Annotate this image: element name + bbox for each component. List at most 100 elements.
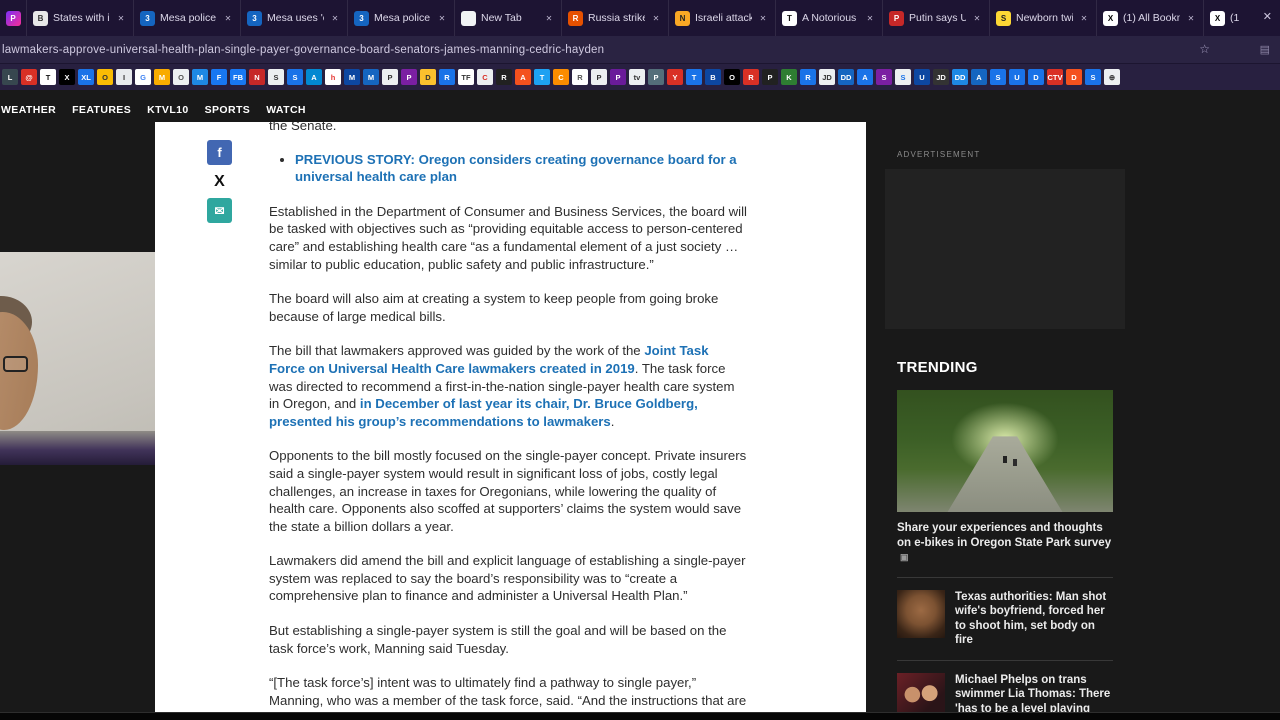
bookmark-favicon[interactable]: S [1085, 69, 1101, 85]
bookmark-favicon[interactable]: JD [819, 69, 835, 85]
address-bar[interactable]: lawmakers-approve-universal-health-plan-… [0, 44, 1280, 56]
site-nav-item-sports[interactable]: SPORTS [205, 104, 251, 116]
bookmark-favicon[interactable]: DD [952, 69, 968, 85]
bookmark-favicon[interactable]: P [610, 69, 626, 85]
browser-tab[interactable]: P Putin says Ukraine ✕ [882, 0, 989, 36]
bookmark-favicon[interactable]: R [496, 69, 512, 85]
bookmark-favicon[interactable]: D [1028, 69, 1044, 85]
bookmark-favicon[interactable]: JD [933, 69, 949, 85]
bookmark-favicon[interactable]: R [743, 69, 759, 85]
bookmark-favicon[interactable]: F [211, 69, 227, 85]
bookmark-favicon[interactable]: T [40, 69, 56, 85]
bookmark-favicon[interactable]: T [534, 69, 550, 85]
tab-close-icon[interactable]: ✕ [650, 14, 662, 23]
browser-tab[interactable]: 3 Mesa police officer ✕ [133, 0, 240, 36]
bookmark-favicon[interactable]: I [116, 69, 132, 85]
browser-tab[interactable]: X (1) All Bookmarks ✕ [1096, 0, 1203, 36]
previous-story-link[interactable]: PREVIOUS STORY: Oregon considers creatin… [295, 152, 737, 185]
bookmark-favicon[interactable]: D [1066, 69, 1082, 85]
tab-close-icon[interactable]: ✕ [757, 14, 769, 23]
tab-close-icon[interactable]: ✕ [1185, 14, 1197, 23]
tab-close-icon[interactable]: ✕ [436, 14, 448, 23]
bookmark-favicon[interactable]: C [477, 69, 493, 85]
site-nav-item-features[interactable]: FEATURES [72, 104, 131, 116]
bookmark-favicon[interactable]: @ [21, 69, 37, 85]
bookmark-favicon[interactable]: L [2, 69, 18, 85]
bookmark-favicon[interactable]: Y [667, 69, 683, 85]
bookmark-favicon[interactable]: U [1009, 69, 1025, 85]
bookmark-favicon[interactable]: O [173, 69, 189, 85]
bookmark-favicon[interactable]: DD [838, 69, 854, 85]
bookmark-favicon[interactable]: K [781, 69, 797, 85]
window-close-icon[interactable]: ✕ [1263, 10, 1272, 23]
bookmark-favicon[interactable]: ⊕ [1104, 69, 1120, 85]
bookmark-favicon[interactable]: S [268, 69, 284, 85]
bookmark-star-icon[interactable]: ☆ [1199, 42, 1210, 56]
bookmark-favicon[interactable]: M [154, 69, 170, 85]
bookmark-favicon[interactable]: U [914, 69, 930, 85]
bookmark-favicon[interactable]: S [287, 69, 303, 85]
bookmark-favicon[interactable]: tv [629, 69, 645, 85]
bookmark-favicon[interactable]: h [325, 69, 341, 85]
bookmark-favicon[interactable]: S [895, 69, 911, 85]
article-inline-link[interactable]: in December of last year its chair, Dr. … [269, 396, 698, 429]
article-inline-link[interactable]: Joint Task Force on Universal Health Car… [269, 343, 709, 376]
bookmark-favicon[interactable]: A [306, 69, 322, 85]
tab-close-icon[interactable]: ✕ [971, 14, 983, 23]
side-panel-icon[interactable]: ▤ [1260, 43, 1270, 56]
trending-item[interactable]: Michael Phelps on trans swimmer Lia Thom… [897, 672, 1113, 712]
pinned-tab[interactable]: P [0, 0, 26, 36]
bookmark-favicon[interactable]: S [876, 69, 892, 85]
browser-tab[interactable]: R Russia strikes back ✕ [561, 0, 668, 36]
tab-close-icon[interactable]: ✕ [864, 14, 876, 23]
browser-tab[interactable]: New Tab ✕ [454, 0, 561, 36]
bookmark-favicon[interactable]: CTV [1047, 69, 1063, 85]
bookmark-favicon[interactable]: P [382, 69, 398, 85]
bookmark-favicon[interactable]: XL [78, 69, 94, 85]
trending-item[interactable]: Texas authorities: Man shot wife's boyfr… [897, 589, 1113, 648]
bookmark-favicon[interactable]: P [762, 69, 778, 85]
bookmark-favicon[interactable]: R [572, 69, 588, 85]
trending-item[interactable]: Share your experiences and thoughts on e… [897, 390, 1113, 565]
bookmark-favicon[interactable]: A [515, 69, 531, 85]
browser-tab[interactable]: N Israeli attack on Ga ✕ [668, 0, 775, 36]
bookmark-favicon[interactable]: A [971, 69, 987, 85]
bookmark-favicon[interactable]: M [344, 69, 360, 85]
tab-close-icon[interactable]: ✕ [543, 14, 555, 23]
bookmark-favicon[interactable]: D [420, 69, 436, 85]
bookmark-favicon[interactable]: R [800, 69, 816, 85]
bookmark-favicon[interactable]: G [135, 69, 151, 85]
browser-tab[interactable]: B States with initiativ ✕ [26, 0, 133, 36]
bookmark-favicon[interactable]: P [648, 69, 664, 85]
bookmark-favicon[interactable]: R [439, 69, 455, 85]
bookmark-favicon[interactable]: B [705, 69, 721, 85]
bookmark-favicon[interactable]: P [401, 69, 417, 85]
tab-close-icon[interactable]: ✕ [329, 14, 341, 23]
browser-tab[interactable]: T A Notorious Marine ✕ [775, 0, 882, 36]
bookmark-favicon[interactable]: X [59, 69, 75, 85]
x-share-button[interactable]: X [207, 169, 232, 194]
bookmark-favicon[interactable]: O [97, 69, 113, 85]
bookmark-favicon[interactable]: M [363, 69, 379, 85]
browser-tab[interactable]: 3 Mesa uses 'out-of- ✕ [240, 0, 347, 36]
facebook-share-button[interactable]: f [207, 140, 232, 165]
tab-close-icon[interactable]: ✕ [115, 14, 127, 23]
tab-close-icon[interactable]: ✕ [1078, 14, 1090, 23]
site-nav-item-weather[interactable]: WEATHER [1, 104, 56, 116]
bookmark-favicon[interactable]: A [857, 69, 873, 85]
bookmark-favicon[interactable]: C [553, 69, 569, 85]
bookmark-favicon[interactable]: N [249, 69, 265, 85]
bookmark-favicon[interactable]: S [990, 69, 1006, 85]
browser-tab[interactable]: S Newborn twins kille ✕ [989, 0, 1096, 36]
site-nav-item-watch[interactable]: WATCH [266, 104, 306, 116]
bookmark-favicon[interactable]: TF [458, 69, 474, 85]
email-share-button[interactable]: ✉ [207, 198, 232, 223]
bookmark-favicon[interactable]: O [724, 69, 740, 85]
bookmark-favicon[interactable]: FB [230, 69, 246, 85]
site-nav-item-ktvl10[interactable]: KTVL10 [147, 104, 189, 116]
bookmark-favicon[interactable]: P [591, 69, 607, 85]
tab-close-icon[interactable]: ✕ [222, 14, 234, 23]
browser-tab[interactable]: 3 Mesa police sued f ✕ [347, 0, 454, 36]
bookmark-favicon[interactable]: M [192, 69, 208, 85]
bookmark-favicon[interactable]: T [686, 69, 702, 85]
